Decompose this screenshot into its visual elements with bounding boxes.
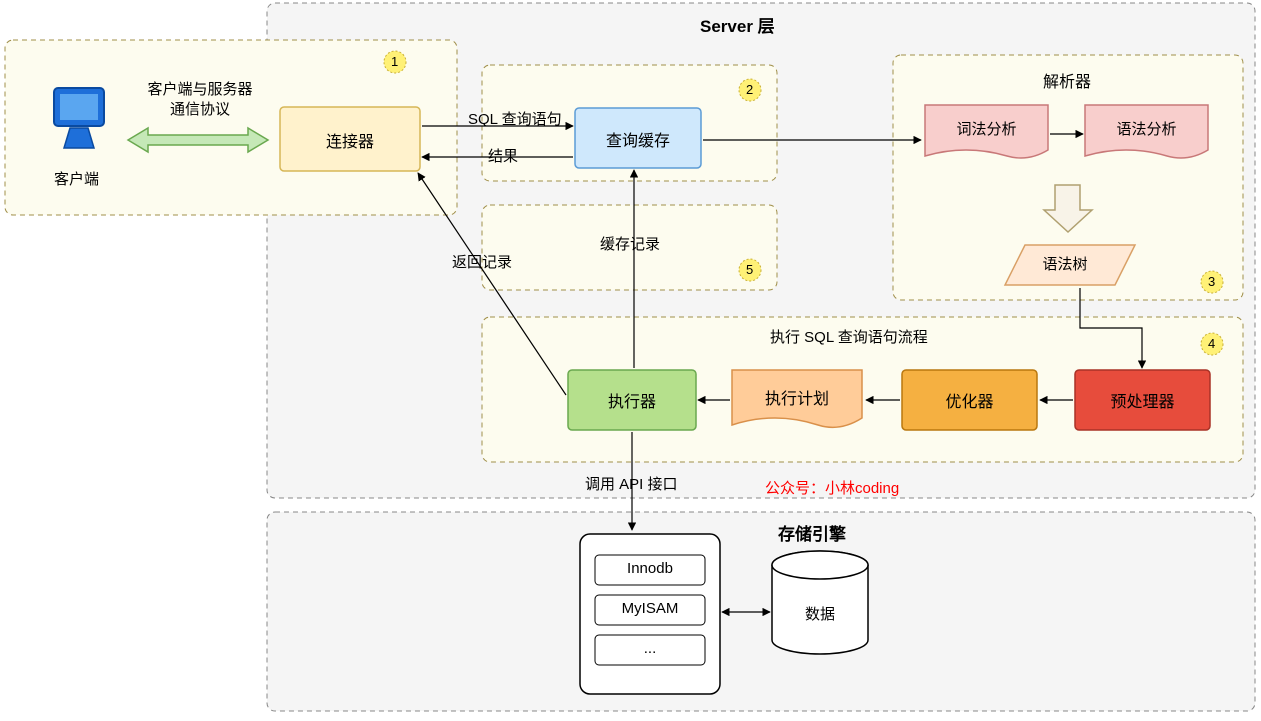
data-label: 数据 [795, 603, 845, 624]
return-record-label: 返回记录 [452, 251, 512, 272]
connector-label: 连接器 [280, 128, 420, 152]
sql-query-label: SQL 查询语句 [468, 108, 562, 129]
syntax-tree-label: 语法树 [1010, 253, 1120, 274]
badge-5-text: 5 [746, 262, 753, 277]
syntax-label: 语法分析 [1085, 118, 1208, 139]
badge-3-text: 3 [1208, 274, 1215, 289]
client-label: 客户端 [54, 168, 99, 189]
optimizer-label: 优化器 [902, 388, 1037, 412]
exec-plan-label: 执行计划 [732, 385, 862, 409]
proto-label1: 客户端与服务器 [120, 78, 280, 99]
credit-text: 公众号：小林coding [765, 477, 899, 498]
lexical-label: 词法分析 [925, 118, 1048, 139]
result-label: 结果 [488, 145, 518, 166]
badge-4-text: 4 [1208, 336, 1215, 351]
myisam-label: MyISAM [595, 600, 705, 617]
cache-record-label: 缓存记录 [600, 233, 660, 254]
innodb-label: Innodb [595, 560, 705, 577]
badge-2-text: 2 [746, 82, 753, 97]
query-cache-label: 查询缓存 [575, 127, 701, 151]
preproc-label: 预处理器 [1075, 388, 1210, 412]
proto-label2: 通信协议 [120, 98, 280, 119]
exec-flow-title: 执行 SQL 查询语句流程 [770, 326, 928, 347]
executor-label: 执行器 [568, 388, 696, 412]
ellipsis-label: ... [595, 640, 705, 657]
server-layer-title: Server 层 [700, 12, 775, 37]
parser-title: 解析器 [1043, 68, 1091, 92]
api-call-label: 调用 API 接口 [585, 473, 678, 494]
badge-1-text: 1 [391, 54, 398, 69]
storage-title: 存储引擎 [778, 520, 846, 545]
